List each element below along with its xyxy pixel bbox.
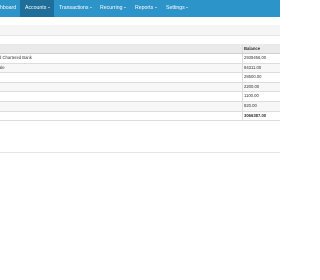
nav-accounts-label: Accounts [25,5,47,11]
nav-reports-label: Reports [135,5,154,11]
chevron-down-icon [124,7,126,9]
account-balance: 1100.00 [242,92,280,101]
table-footer-strip [0,141,280,153]
chevron-down-icon [154,7,157,9]
account-name: d Chartered Bank [0,55,32,60]
chevron-down-icon [90,7,93,9]
account-balance: 820.00 [242,101,280,111]
table-total-row: 3066387.00 [0,111,280,122]
table-row[interactable]: 28500.00 [0,73,280,83]
nav-settings[interactable]: Settings [166,0,189,17]
toolbar-strip [0,25,280,36]
nav-transactions-label: Transactions [59,5,89,11]
nav-dashboard[interactable]: hboard [0,0,16,17]
table-header-row: Balance [0,44,280,54]
chevron-down-icon [47,7,50,9]
nav-reports[interactable]: Reports [135,0,157,17]
top-navbar: hboard Accounts Transactions Recurring R… [0,0,280,17]
account-balance: 2939456.00 [242,54,280,63]
account-balance: 94311.00 [242,63,280,73]
table-row[interactable]: 2200.00 [0,82,280,93]
nav-settings-label: Settings [166,5,185,11]
nav-transactions[interactable]: Transactions [59,0,93,17]
nav-accounts[interactable]: Accounts [20,0,54,17]
nav-recurring-label: Recurring [100,5,123,11]
account-balance: 2200.00 [242,82,280,92]
table-row[interactable]: 1100.00 [0,92,280,102]
header-balance: Balance [242,44,280,53]
accounts-balance-table: Balance d Chartered Bank 2939456.00 ale … [0,44,280,122]
account-name: ale [0,64,5,70]
table-row[interactable]: d Chartered Bank 2939456.00 [0,54,280,64]
chevron-down-icon [186,7,189,9]
table-row[interactable]: ale 94311.00 [0,63,280,74]
table-row[interactable]: 820.00 [0,101,280,112]
account-balance: 28500.00 [242,73,280,82]
total-balance: 3066387.00 [242,111,280,121]
nav-dashboard-label: hboard [0,5,17,11]
nav-recurring[interactable]: Recurring [100,0,126,17]
